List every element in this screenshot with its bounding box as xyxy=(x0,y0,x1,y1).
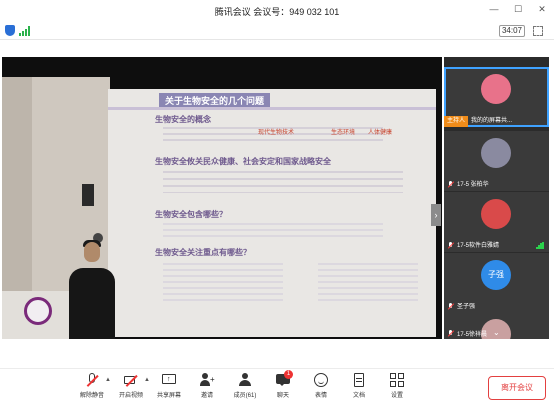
members-button[interactable]: 成员(61) xyxy=(225,373,265,399)
slide-title: 关于生物安全的几个问题 xyxy=(159,93,271,108)
projection-screen: 关于生物安全的几个问题 生物安全的概念 现代生物技术 生态环境 人体健康 生物安… xyxy=(108,89,436,337)
settings-grid-icon xyxy=(390,373,404,387)
wall-speaker xyxy=(82,184,94,206)
network-signal-icon[interactable] xyxy=(19,26,31,36)
settings-button[interactable]: 设置 xyxy=(377,373,417,399)
maximize-icon[interactable]: ☐ xyxy=(511,4,525,15)
invite-button[interactable]: + 邀请 xyxy=(187,373,227,399)
chat-button[interactable]: 1 聊天 xyxy=(263,370,303,399)
participant-panel[interactable]: 主持人 我的的屏幕共... 17-5 张柏华 17-5软件白雅婧 子强 圣子强 … xyxy=(444,57,549,339)
smiley-icon xyxy=(314,373,328,387)
fullscreen-icon[interactable] xyxy=(533,26,543,36)
minimize-icon[interactable]: — xyxy=(487,4,501,14)
avatar xyxy=(481,199,511,229)
share-screen-icon: ↑ xyxy=(162,373,176,387)
window-title: 腾讯会议 会议号：949 032 101 xyxy=(214,7,340,17)
participant-name: 17-5软件白雅婧 xyxy=(457,243,500,249)
leave-meeting-button[interactable]: 离开会议 xyxy=(488,376,546,400)
camera-off-icon xyxy=(124,373,138,387)
chat-badge: 1 xyxy=(284,370,293,379)
chevron-down-icon[interactable]: ⌄ xyxy=(493,328,500,337)
slide-heading: 生物安全攸关民众健康、社会安定和国家战略安全 xyxy=(155,157,331,166)
participant-name: 17-5徐祥晨 xyxy=(457,332,488,338)
lecturer xyxy=(69,268,115,339)
shield-icon[interactable] xyxy=(5,25,15,36)
status-bar: 34:07 xyxy=(0,22,554,40)
screen-share-status: 我的的屏幕共... xyxy=(471,118,513,124)
participant-name: 17-5 张柏华 xyxy=(457,182,489,188)
host-badge: 主持人 xyxy=(444,116,469,127)
reactions-button[interactable]: 表情 xyxy=(301,373,341,399)
mic-off-icon xyxy=(85,373,99,387)
title-bar: 腾讯会议 会议号：949 032 101 — ☐ ✕ xyxy=(0,0,554,22)
slide-highlight: 生态环境 xyxy=(331,130,356,136)
slide-highlight: 现代生物技术 xyxy=(258,130,295,136)
documents-button[interactable]: 文档 xyxy=(339,373,379,399)
avatar xyxy=(481,138,511,168)
mic-off-icon xyxy=(447,181,454,188)
mic-off-icon xyxy=(447,330,454,337)
participant-tile[interactable]: 子强 圣子强 xyxy=(444,253,549,313)
slide-heading: 生物安全包含哪些？ xyxy=(155,210,227,219)
signal-icon xyxy=(536,242,544,249)
meeting-timer: 34:07 xyxy=(499,25,525,37)
university-logo xyxy=(24,297,52,325)
members-icon xyxy=(238,373,252,387)
mic-off-icon xyxy=(447,242,454,249)
participant-tile[interactable]: 主持人 我的的屏幕共... xyxy=(444,67,549,127)
slide-heading: 生物安全关注重点有哪些？ xyxy=(155,248,251,257)
main-video-stream[interactable]: 关于生物安全的几个问题 生物安全的概念 现代生物技术 生态环境 人体健康 生物安… xyxy=(2,57,442,339)
participant-tile[interactable]: 17-5 张柏华 xyxy=(444,131,549,191)
avatar: 子强 xyxy=(481,260,511,290)
chevron-right-icon[interactable]: › xyxy=(431,204,441,226)
avatar xyxy=(481,74,511,104)
meeting-toolbar: 解除静音 ▲ 开启视频 ▲ ↑ 共享屏幕 + 邀请 成员(61) 1 聊天 表情… xyxy=(0,368,554,406)
document-icon xyxy=(352,373,366,387)
share-screen-button[interactable]: ↑ 共享屏幕 xyxy=(149,373,189,399)
slide-heading: 生物安全的概念 xyxy=(155,115,211,124)
mic-off-icon xyxy=(447,303,454,310)
close-icon[interactable]: ✕ xyxy=(535,4,549,15)
participant-tile[interactable]: 17-5软件白雅婧 xyxy=(444,192,549,252)
slide-highlight: 人体健康 xyxy=(368,130,393,136)
participant-name: 圣子强 xyxy=(457,304,476,310)
add-user-icon: + xyxy=(200,373,215,387)
